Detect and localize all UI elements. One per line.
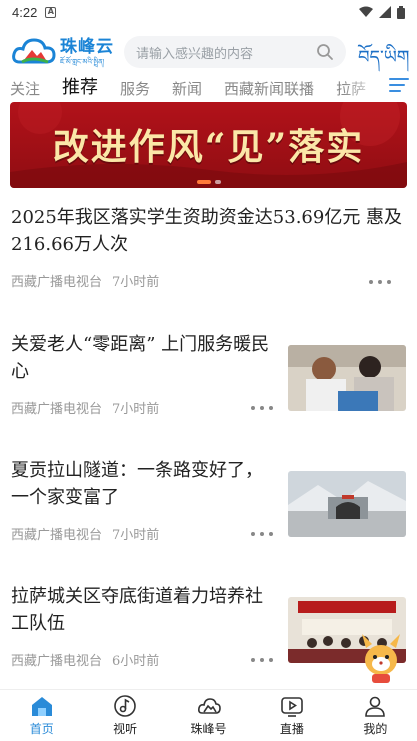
category-tabs: 关注 推荐 服务 新闻 西藏新闻联播 拉萨 [0, 74, 417, 102]
news-thumbnail [288, 345, 406, 411]
battery-icon [397, 5, 405, 19]
news-title: 2025年我区落实学生资助资金达53.69亿元 惠及216.66万人次 [11, 207, 403, 255]
music-note-icon [114, 695, 136, 717]
news-source: 西藏广播电视台 [11, 402, 103, 417]
mascot-deer-icon[interactable] [360, 630, 402, 684]
thumbnail-image [288, 471, 406, 537]
bottom-navigation: 首页 视听 珠峰号 直播 我的 [0, 689, 417, 741]
tab-tibet-news-broadcast[interactable]: 西藏新闻联播 [224, 78, 314, 102]
search-placeholder: 请输入感兴趣的内容 [136, 46, 254, 62]
status-time: 4:22 [12, 4, 38, 20]
carousel-indicator [196, 180, 221, 184]
news-meta: 西藏广播电视台 7小时前 [11, 398, 159, 417]
news-meta: 西藏广播电视台 7小时前 [11, 524, 159, 543]
wifi-icon [359, 6, 373, 17]
nav-zhufeng-hao[interactable]: 珠峰号 [167, 690, 250, 741]
news-meta: 西藏广播电视台 7小时前 [11, 271, 159, 290]
tab-fade [343, 74, 383, 102]
nav-live[interactable]: 直播 [250, 690, 333, 741]
logo-text: 珠峰云 [60, 37, 114, 57]
logo-subtitle: ཇོ་མོ་གླང་མའི་སྤྲིན། [60, 58, 105, 66]
search-box[interactable]: 请输入感兴趣的内容 [124, 36, 346, 68]
status-right-icons [359, 5, 405, 19]
nav-profile[interactable]: 我的 [334, 690, 417, 741]
news-thumbnail [288, 471, 406, 537]
more-options-icon[interactable] [251, 658, 273, 664]
nav-label: 首页 [29, 722, 54, 736]
carousel-dot [214, 180, 221, 184]
tab-news[interactable]: 新闻 [172, 78, 202, 102]
tab-follow[interactable]: 关注 [10, 78, 40, 102]
news-item[interactable]: 关爱老人“零距离” 上门服务暖民心 西藏广播电视台 7小时前 [0, 328, 417, 438]
news-time: 7小时前 [112, 528, 160, 543]
news-source: 西藏广播电视台 [11, 275, 103, 290]
home-icon [31, 697, 52, 716]
status-bar: 4:22 A [0, 0, 417, 24]
search-icon[interactable] [316, 43, 334, 61]
news-time: 7小时前 [112, 402, 160, 417]
app-header: 珠峰云 ཇོ་མོ་གླང་མའི་སྤྲིན། 请输入感兴趣的内容 བོད་ཡ… [0, 28, 417, 74]
more-options-icon[interactable] [369, 280, 391, 286]
news-item[interactable]: 拉萨城关区夺底街道着力培养社工队伍 西藏广播电视台 6小时前 [0, 580, 417, 690]
news-item[interactable]: 夏贡拉山隧道：一条路变好了，一个家变富了 西藏广播电视台 7小时前 [0, 454, 417, 564]
news-source: 西藏广播电视台 [11, 528, 103, 543]
nav-home[interactable]: 首页 [0, 690, 83, 741]
nav-audio-video[interactable]: 视听 [83, 690, 166, 741]
carousel-dot-active [196, 180, 211, 184]
thumbnail-image [288, 345, 406, 411]
news-time: 6小时前 [112, 654, 160, 669]
more-options-icon[interactable] [251, 406, 273, 412]
play-screen-icon [281, 697, 303, 717]
tab-recommend[interactable]: 推荐 [62, 74, 98, 102]
cloud-logo-icon [12, 38, 56, 64]
nav-label: 视听 [113, 722, 138, 736]
news-meta: 西藏广播电视台 6小时前 [11, 650, 159, 669]
news-source: 西藏广播电视台 [11, 654, 103, 669]
user-icon [365, 696, 386, 717]
mountain-cloud-icon [197, 698, 221, 714]
news-title: 关爱老人“零距离” 上门服务暖民心 [11, 334, 270, 382]
news-item[interactable]: 2025年我区落实学生资助资金达53.69亿元 惠及216.66万人次 西藏广播… [0, 188, 417, 306]
banner-carousel[interactable]: 改进作风“见”落实 [10, 102, 407, 188]
nav-label: 直播 [279, 722, 304, 736]
notification-a-icon: A [45, 6, 57, 18]
banner-headline: 改进作风“见”落实 [52, 126, 365, 168]
news-time: 7小时前 [112, 275, 160, 290]
news-title: 拉萨城关区夺底街道着力培养社工队伍 [11, 586, 263, 634]
tab-service[interactable]: 服务 [120, 78, 150, 102]
news-title: 夏贡拉山隧道：一条路变好了，一个家变富了 [11, 460, 263, 508]
tab-menu-icon[interactable] [389, 78, 409, 94]
nav-label: 我的 [363, 722, 388, 736]
app-logo[interactable]: 珠峰云 ཇོ་མོ་གླང་མའི་སྤྲིན། [12, 32, 130, 72]
more-options-icon[interactable] [251, 532, 273, 538]
signal-icon [379, 6, 391, 18]
nav-label: 珠峰号 [190, 722, 227, 736]
